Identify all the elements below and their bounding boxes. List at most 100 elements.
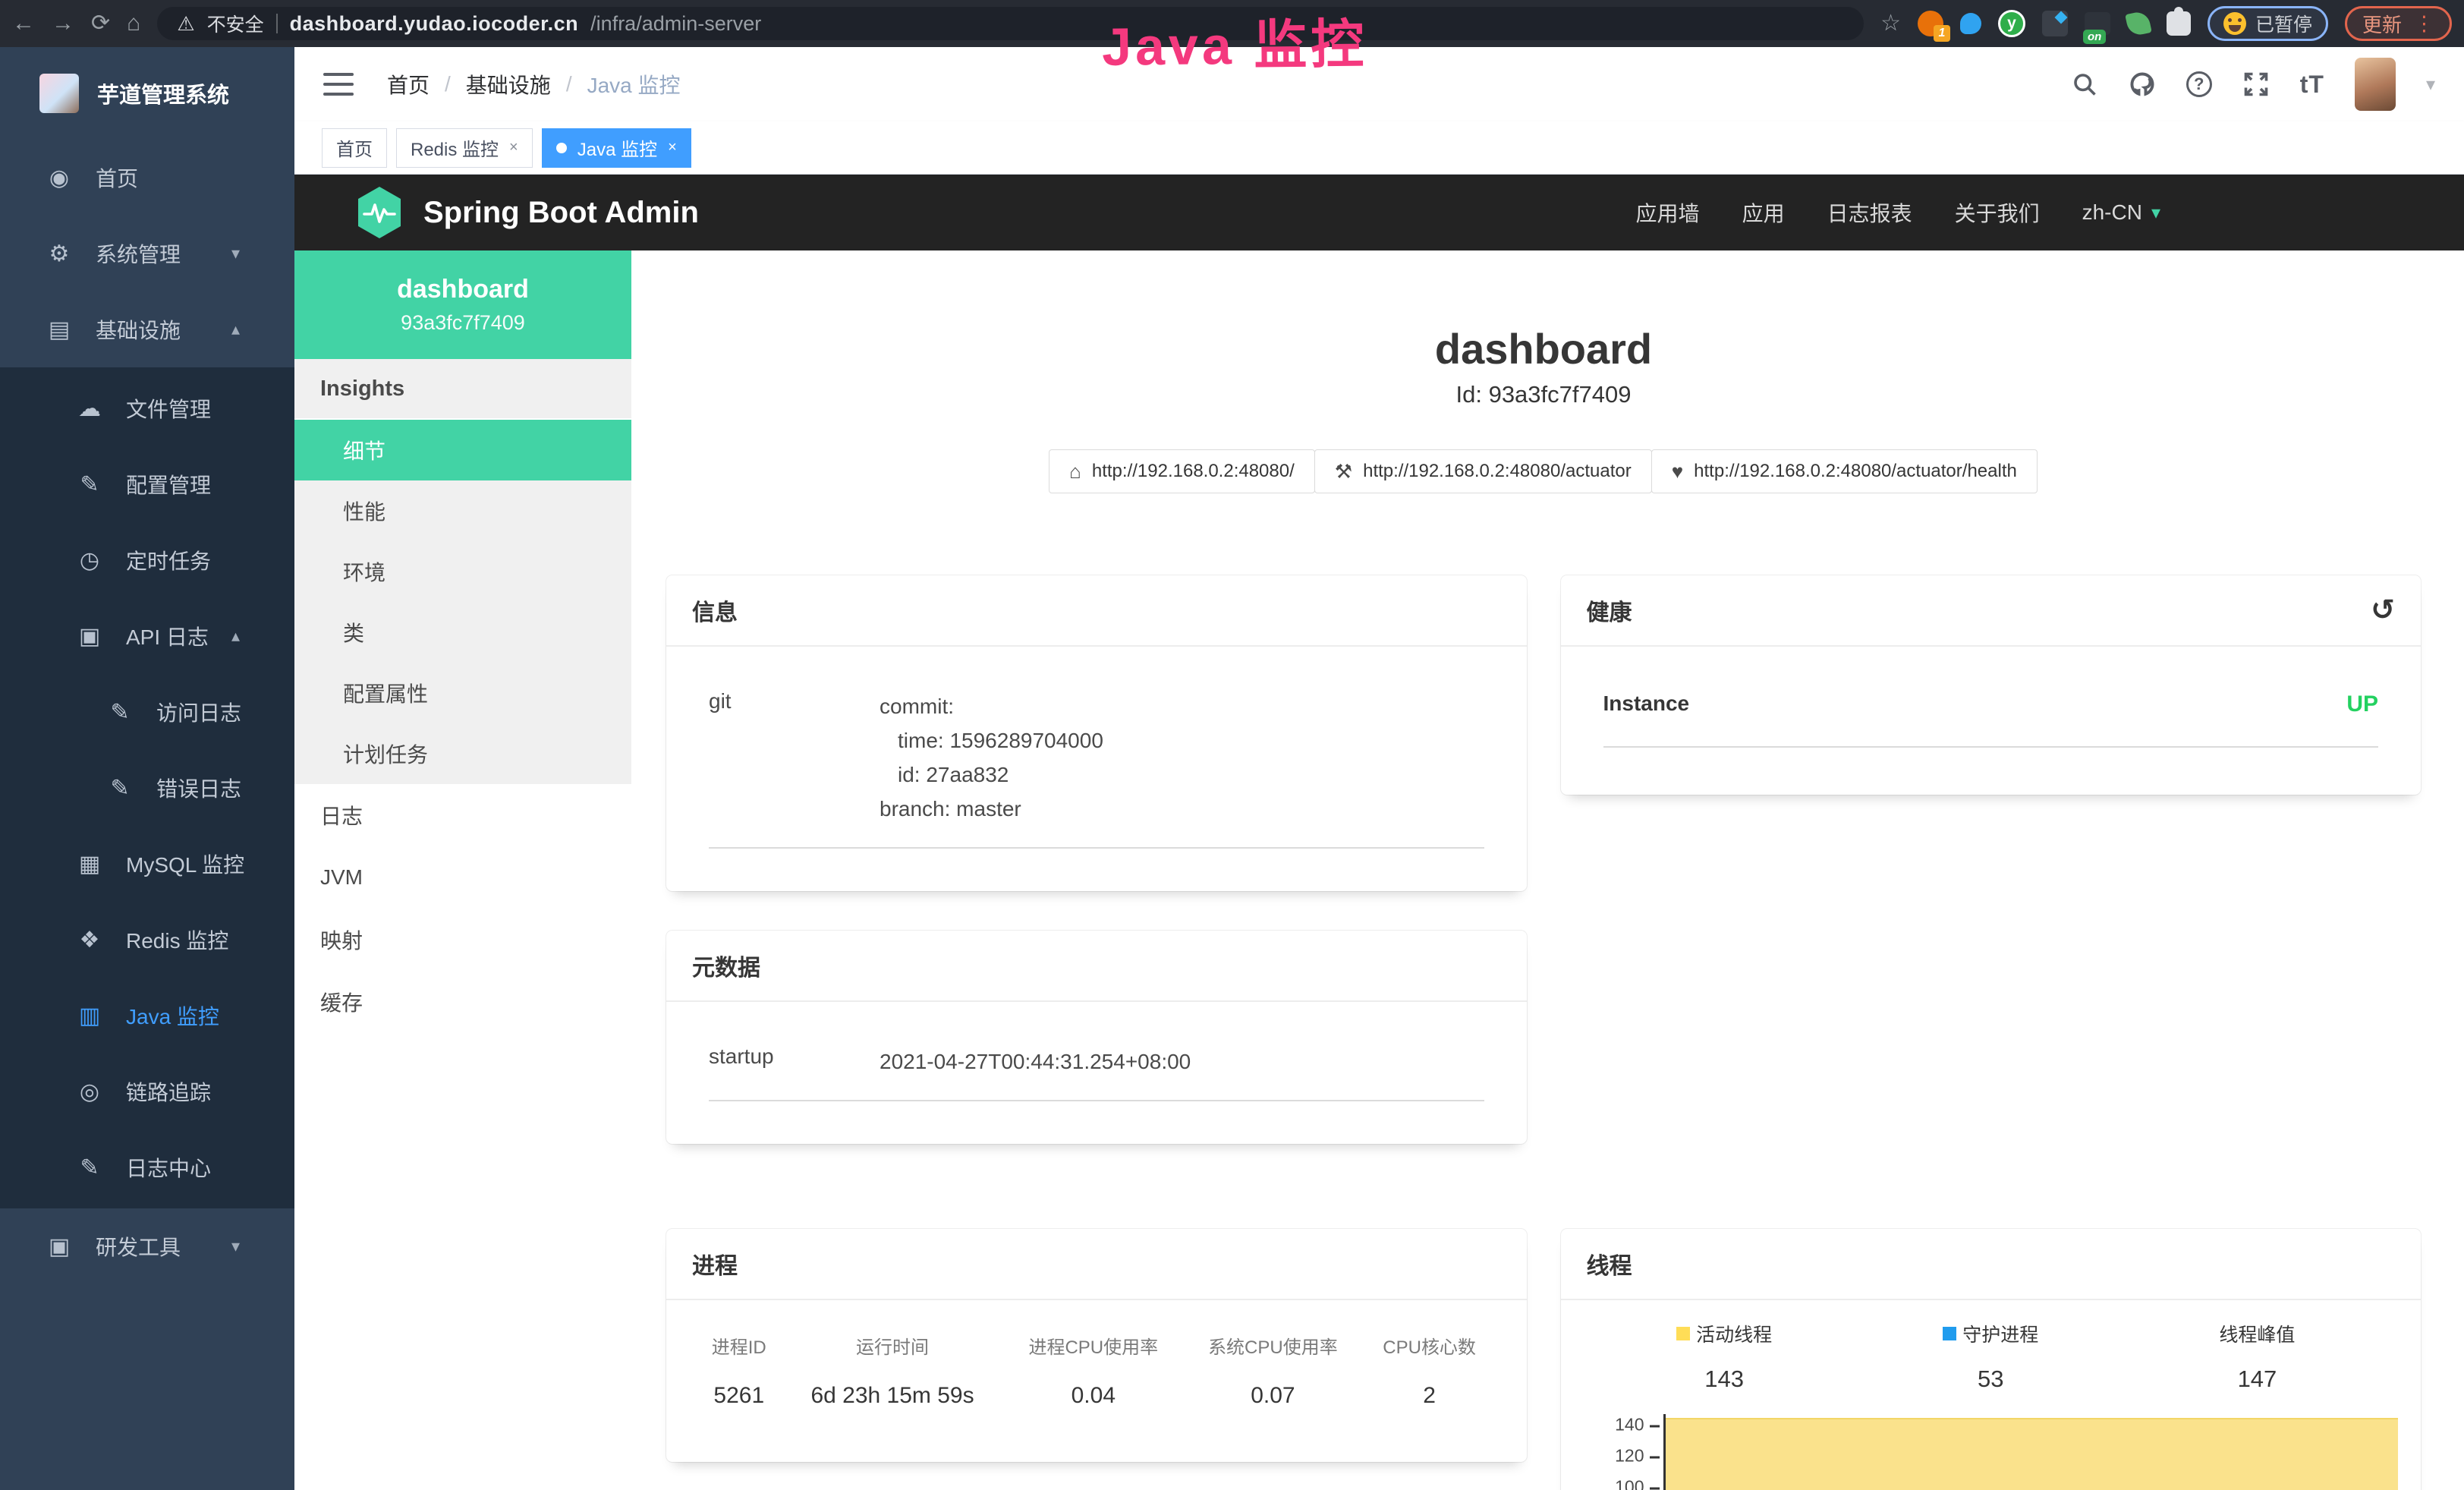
sba-body: dashboard 93a3fc7f7409 Insights 细节 性能 环境… bbox=[294, 250, 2464, 1490]
sba-menu-scheduledtasks[interactable]: 计划任务 bbox=[294, 723, 631, 784]
link-root-url[interactable]: ⌂ http://192.168.0.2:48080/ bbox=[1049, 449, 1315, 493]
browser-forward-icon[interactable]: → bbox=[52, 12, 74, 35]
fullscreen-icon[interactable] bbox=[2242, 71, 2270, 98]
sba-instance-header[interactable]: dashboard 93a3fc7f7409 bbox=[294, 250, 631, 359]
extension-icon-pin[interactable] bbox=[1960, 13, 1981, 34]
breadcrumb-home[interactable]: 首页 bbox=[387, 69, 430, 99]
layers-icon: ❖ bbox=[76, 927, 103, 953]
update-label: 更新 bbox=[2362, 10, 2402, 38]
sba-menu-caches[interactable]: 缓存 bbox=[294, 971, 631, 1033]
link-actuator-url[interactable]: ⚒ http://192.168.0.2:48080/actuator bbox=[1314, 449, 1652, 493]
sba-menu-metrics[interactable]: 性能 bbox=[294, 480, 631, 541]
sidebar-item-infra[interactable]: ▤ 基础设施 ▴ bbox=[0, 291, 294, 367]
sidebar-item-config[interactable]: ✎ 配置管理 bbox=[0, 446, 294, 522]
browser-back-icon[interactable]: ← bbox=[12, 12, 35, 35]
sidebar-item-redis[interactable]: ❖ Redis 监控 bbox=[0, 902, 294, 978]
extension-icon-grid[interactable] bbox=[2042, 11, 2068, 36]
chevron-up-icon: ▴ bbox=[231, 626, 240, 646]
browser-update-button[interactable]: 更新 ⋮ bbox=[2345, 6, 2452, 41]
sba-menu-logfile[interactable]: 日志 bbox=[294, 784, 631, 846]
page-annotation: Java 监控 bbox=[1101, 2, 1367, 81]
legend-daemon-threads: 守护进程 53 bbox=[1858, 1320, 2124, 1393]
browser-reload-icon[interactable]: ⟳ bbox=[91, 12, 110, 35]
extension-icon-leaf[interactable] bbox=[2125, 10, 2152, 37]
search-icon[interactable] bbox=[2071, 71, 2098, 98]
extension-icon-y[interactable]: y bbox=[1998, 10, 2025, 37]
dashboard-icon: ◉ bbox=[46, 165, 73, 191]
browser-address-bar[interactable]: ⚠ 不安全 dashboard.yudao.iocoder.cn /infra/… bbox=[157, 7, 1864, 40]
history-icon[interactable]: ↺ bbox=[2371, 596, 2395, 625]
sba-menu-env[interactable]: 环境 bbox=[294, 541, 631, 602]
extension-icon-on[interactable]: on bbox=[2085, 12, 2110, 35]
browser-extensions-area: ☆ 1 y on 已暂停 更新 ⋮ bbox=[1880, 6, 2452, 41]
breadcrumb-infra[interactable]: 基础设施 bbox=[466, 69, 551, 99]
extension-badge: 1 bbox=[1934, 25, 1950, 42]
instance-links: ⌂ http://192.168.0.2:48080/ ⚒ http://192… bbox=[1049, 449, 2038, 493]
sba-nav-about[interactable]: 关于我们 bbox=[1955, 197, 2040, 228]
wrench-icon: ⚒ bbox=[1335, 460, 1352, 484]
sba-nav-wall[interactable]: 应用墙 bbox=[1636, 197, 1700, 228]
sba-nav-journal[interactable]: 日志报表 bbox=[1827, 197, 1912, 228]
sidebar-item-home[interactable]: ◉ 首页 bbox=[0, 140, 294, 216]
chevron-down-icon: ▾ bbox=[231, 244, 240, 263]
chevron-down-icon[interactable]: ▾ bbox=[2426, 74, 2435, 96]
sidebar-item-job[interactable]: ◷ 定时任务 bbox=[0, 522, 294, 598]
sba-menu-classes[interactable]: 类 bbox=[294, 602, 631, 663]
sba-menu-jvm[interactable]: JVM bbox=[294, 846, 631, 909]
sidebar-item-system[interactable]: ⚙ 系统管理 ▾ bbox=[0, 216, 294, 291]
sidebar-item-dev-tool[interactable]: ▣ 研发工具 ▾ bbox=[0, 1208, 294, 1284]
home-icon: ⌂ bbox=[1069, 460, 1081, 484]
instance-id-label: Id: 93a3fc7f7409 bbox=[1456, 381, 1632, 408]
sba-nav-applications[interactable]: 应用 bbox=[1742, 197, 1785, 228]
health-instance-row: Instance UP bbox=[1603, 681, 2379, 748]
breadcrumb: 首页 / 基础设施 / Java 监控 bbox=[387, 69, 681, 99]
bookmark-star-icon[interactable]: ☆ bbox=[1880, 12, 1901, 35]
extensions-puzzle-icon[interactable] bbox=[2167, 11, 2191, 36]
info-git-row: git commit: time: 1596289704000 id: 27aa… bbox=[709, 677, 1484, 849]
monitor-icon: ▤ bbox=[46, 317, 73, 343]
sba-menu-configprops[interactable]: 配置属性 bbox=[294, 663, 631, 723]
sidebar-item-file[interactable]: ☁ 文件管理 bbox=[0, 370, 294, 446]
info-row-value: commit: time: 1596289704000 id: 27aa832 … bbox=[880, 689, 1103, 826]
y-tick-100: 100 bbox=[1596, 1477, 1644, 1490]
hamburger-icon[interactable] bbox=[323, 73, 354, 96]
browser-menu-icon[interactable]: ⋮ bbox=[2414, 12, 2434, 36]
browser-home-icon[interactable]: ⌂ bbox=[127, 12, 140, 35]
user-avatar[interactable] bbox=[2355, 58, 2396, 111]
threads-card-title: 线程 bbox=[1587, 1247, 1632, 1281]
clock-icon: ◷ bbox=[76, 547, 103, 574]
sba-language-select[interactable]: zh-CN ▾ bbox=[2082, 200, 2160, 225]
link-health-url[interactable]: ♥ http://192.168.0.2:48080/actuator/heal… bbox=[1651, 449, 2038, 493]
sidebar-item-api-log[interactable]: ▣ API 日志 ▴ bbox=[0, 598, 294, 674]
tab-java-monitor[interactable]: Java 监控 × bbox=[542, 128, 691, 168]
sba-nav: 应用墙 应用 日志报表 关于我们 zh-CN ▾ bbox=[1636, 197, 2160, 228]
cards-row-2: 进程 进程ID 运行时间 进程CPU使用率 系统CPU使用率 bbox=[666, 1229, 2421, 1490]
tab-redis-monitor[interactable]: Redis 监控 × bbox=[396, 128, 533, 168]
metadata-startup-row: startup 2021-04-27T00:44:31.254+08:00 bbox=[709, 1032, 1484, 1101]
app-header: 首页 / 基础设施 / Java 监控 ? tT ▾ bbox=[294, 47, 2464, 121]
font-size-icon[interactable]: tT bbox=[2300, 71, 2324, 99]
sba-menu-details[interactable]: 细节 bbox=[294, 420, 631, 480]
help-icon[interactable]: ? bbox=[2186, 71, 2212, 97]
sidebar-item-mysql[interactable]: ▦ MySQL 监控 bbox=[0, 826, 294, 902]
github-icon[interactable] bbox=[2129, 71, 2156, 98]
sidebar-item-error-log[interactable]: ✎ 错误日志 bbox=[0, 750, 294, 826]
sidebar-item-trace[interactable]: ◎ 链路追踪 bbox=[0, 1054, 294, 1129]
admin-logo[interactable]: 芋道管理系统 bbox=[0, 47, 294, 140]
cards-row-1: 信息 git commit: time: 1596289704000 id: 2… bbox=[666, 575, 2421, 1144]
close-icon[interactable]: × bbox=[668, 139, 677, 156]
threads-legend: 活动线程 143 守护进程 53 bbox=[1591, 1320, 2391, 1393]
sidebar-item-access-log[interactable]: ✎ 访问日志 bbox=[0, 674, 294, 750]
tab-home[interactable]: 首页 bbox=[322, 128, 387, 168]
extension-icon-orange[interactable]: 1 bbox=[1918, 11, 1943, 36]
sba-sidebar: dashboard 93a3fc7f7409 Insights 细节 性能 环境… bbox=[294, 250, 631, 1490]
not-secure-label: 不安全 bbox=[207, 10, 264, 37]
legend-live-threads: 活动线程 143 bbox=[1591, 1320, 1858, 1393]
sidebar-item-java[interactable]: ▥ Java 监控 bbox=[0, 978, 294, 1054]
briefcase-icon: ▣ bbox=[46, 1233, 73, 1260]
sidebar-item-log-center[interactable]: ✎ 日志中心 bbox=[0, 1129, 294, 1205]
paused-label: 已暂停 bbox=[2255, 10, 2312, 37]
profile-paused-chip[interactable]: 已暂停 bbox=[2208, 6, 2328, 41]
sba-menu-mappings[interactable]: 映射 bbox=[294, 909, 631, 971]
close-icon[interactable]: × bbox=[509, 139, 518, 156]
